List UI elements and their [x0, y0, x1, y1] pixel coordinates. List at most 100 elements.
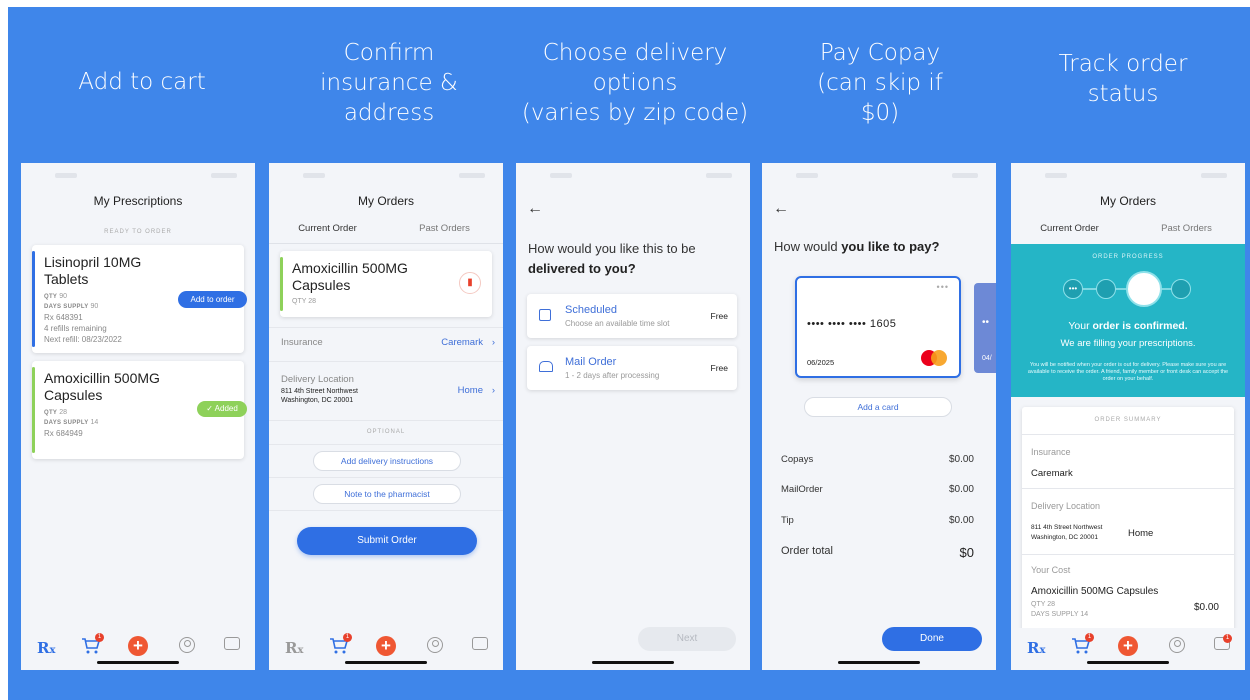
prescription-card-amoxicillin[interactable]: Amoxicillin 500MG Capsules QTY 28 DAYS S…	[32, 361, 247, 459]
option-title: Mail Order	[565, 356, 617, 368]
plus-icon[interactable]: +	[128, 636, 148, 656]
option-subtitle: 1 - 2 days after processing	[565, 371, 660, 380]
next-card-peek[interactable]: •• 04/	[974, 283, 996, 373]
insurance-label: Insurance	[281, 337, 323, 348]
supply-label: DAYS SUPPLY	[44, 304, 89, 310]
tab-past-orders[interactable]: Past Orders	[386, 223, 503, 243]
cart-icon[interactable]: 1	[81, 633, 104, 655]
divider	[1022, 554, 1234, 555]
cart-badge: 1	[343, 633, 352, 642]
add-a-card-button[interactable]: Add a card	[804, 397, 952, 417]
cart-icon[interactable]: 1	[1071, 633, 1094, 655]
step-heading-pay: Pay Copay (can skip if $0)	[817, 40, 943, 126]
line-label: MailOrder	[781, 484, 823, 495]
rx-icon[interactable]: Rx	[285, 639, 303, 657]
line-label: Tip	[781, 515, 794, 526]
divider	[269, 243, 503, 244]
plus-icon[interactable]: +	[1118, 636, 1138, 656]
tab-past-orders[interactable]: Past Orders	[1128, 223, 1245, 243]
item-name: Amoxicillin 500MG Capsules	[1031, 586, 1159, 597]
delivery-option-mail-order[interactable]: Mail Order 1 - 2 days after processing F…	[527, 346, 737, 390]
delivery-label: Delivery Location	[281, 374, 354, 385]
question-part-1: How would	[774, 239, 842, 254]
address-line-2: Washington, DC 20001	[1031, 534, 1098, 541]
pay-question: How would you like to pay?	[774, 239, 939, 254]
note-to-pharmacist-button[interactable]: Note to the pharmacist	[313, 484, 461, 504]
add-delivery-instructions-button[interactable]: Add delivery instructions	[313, 451, 461, 471]
back-arrow-icon[interactable]: ←	[773, 200, 789, 218]
option-title: Scheduled	[565, 304, 617, 316]
order-item-card: Amoxicillin 500MG Capsules QTY 28 ▮	[280, 251, 492, 317]
tab-current-order[interactable]: Current Order	[1011, 223, 1128, 243]
chat-icon[interactable]	[472, 637, 488, 650]
phone-delivery-options: ← How would you like this to be delivere…	[516, 163, 750, 670]
rx-number: Rx 648391	[44, 313, 83, 322]
address-line-1: 811 4th Street Northwest	[1031, 524, 1103, 531]
added-badge[interactable]: ✓ Added	[197, 401, 247, 417]
chat-icon[interactable]	[224, 637, 240, 650]
question-line-2: delivered to you?	[528, 261, 636, 276]
qty-label: QTY	[44, 410, 58, 416]
tab-current-order[interactable]: Current Order	[269, 223, 386, 243]
profile-icon[interactable]	[1169, 637, 1185, 653]
rx-letter: R	[37, 639, 50, 657]
delivery-question: How would you like this to be delivered …	[528, 239, 696, 279]
card-expiry: 06/2025	[807, 358, 835, 367]
address-tag: Home	[1128, 528, 1154, 539]
cart-badge: 1	[95, 633, 104, 642]
rx-icon[interactable]: Rx	[1027, 639, 1045, 657]
status-bar	[550, 173, 732, 179]
card-menu-dots[interactable]: •••	[937, 282, 949, 292]
order-tabs: Current Order Past Orders	[1011, 223, 1245, 243]
next-button[interactable]: Next	[638, 627, 736, 651]
insurance-value: Caremark	[1031, 468, 1073, 479]
page-title: My Prescriptions	[93, 194, 183, 208]
chat-icon[interactable]: 1	[1214, 634, 1232, 650]
back-arrow-icon[interactable]: ←	[527, 200, 543, 218]
rx-letter: R	[285, 639, 298, 657]
order-progress-panel: ORDER PROGRESS ••• Your order is confirm…	[1011, 244, 1245, 397]
qty-value: QTY 28	[292, 298, 316, 305]
profile-icon[interactable]	[179, 637, 195, 653]
line-label: Copays	[781, 454, 814, 465]
add-to-order-button[interactable]: Add to order	[178, 291, 247, 308]
chat-badge: 1	[1223, 634, 1232, 643]
rx-subscript: x	[49, 645, 56, 656]
profile-icon[interactable]	[427, 637, 443, 653]
summary-label: ORDER SUMMARY	[1094, 417, 1162, 423]
insurance-label: Insurance	[1031, 447, 1071, 457]
drug-name: Lisinopril 10MG Tablets	[44, 254, 142, 287]
order-summary-card: ORDER SUMMARY Insurance Caremark Deliver…	[1022, 407, 1234, 637]
drug-name: Amoxicillin 500MG Capsules	[292, 260, 408, 293]
delivery-option-scheduled[interactable]: Scheduled Choose an available time slot …	[527, 294, 737, 338]
step-heading-delivery: Choose delivery options (varies by zip cod…	[521, 40, 749, 126]
prescription-card-lisinopril[interactable]: Lisinopril 10MG Tablets QTY 90 DAYS SUPP…	[32, 245, 247, 353]
rx-icon[interactable]: Rx	[37, 639, 55, 657]
card-peek-text: 04/	[982, 355, 992, 362]
status-bar	[796, 173, 978, 179]
supply-label: DAYS SUPPLY	[44, 420, 89, 426]
plus-icon[interactable]: +	[376, 636, 396, 656]
rx-number: Rx 684949	[44, 429, 83, 438]
divider	[269, 444, 503, 445]
qty-label: QTY	[44, 294, 58, 300]
added-label: Added	[214, 404, 238, 413]
page-title: My Orders	[1099, 194, 1156, 208]
dots-icon: •••	[1063, 279, 1083, 299]
home-indicator	[345, 661, 427, 664]
payment-card[interactable]: ••• •••• •••• •••• 1605 06/2025	[795, 276, 961, 378]
cart-icon[interactable]: 1	[329, 633, 352, 655]
supply-value: 90	[90, 303, 99, 310]
trash-icon[interactable]: ▮	[459, 272, 481, 294]
option-price: Free	[710, 363, 728, 373]
section-label: READY TO ORDER	[104, 229, 172, 235]
filling-text: We are filling your prescriptions.	[1060, 338, 1196, 349]
divider	[269, 327, 503, 328]
submit-order-button[interactable]: Submit Order	[297, 527, 477, 555]
done-button[interactable]: Done	[882, 627, 982, 651]
drug-details: QTY 90 DAYS SUPPLY 90 Rx 648391 4 refill…	[44, 292, 194, 345]
step-heading-track: Track order status	[1058, 51, 1188, 107]
item-supply: DAYS SUPPLY 14	[1031, 611, 1089, 618]
box-icon	[1096, 279, 1116, 299]
cart-badge: 1	[1085, 633, 1094, 642]
